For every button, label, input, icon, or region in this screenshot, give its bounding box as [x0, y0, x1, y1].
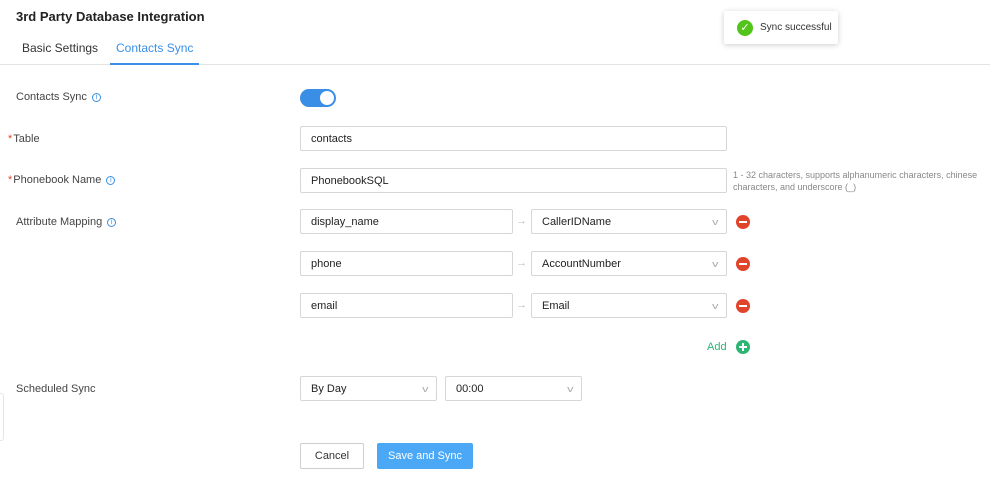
save-and-sync-button[interactable]: Save and Sync [377, 443, 473, 469]
remove-mapping-button[interactable] [736, 215, 750, 229]
scheduled-sync-label: Scheduled Sync [16, 383, 96, 395]
mapping-target-select[interactable]: Email v [531, 293, 727, 318]
contacts-sync-toggle[interactable] [300, 89, 336, 107]
mapping-source-input[interactable]: phone [300, 251, 513, 276]
page-title: 3rd Party Database Integration [16, 9, 205, 24]
table-label: Table [13, 133, 40, 145]
info-icon[interactable]: i [107, 217, 117, 227]
contacts-sync-label: Contacts Sync [16, 91, 87, 103]
remove-mapping-button[interactable] [736, 299, 750, 313]
attribute-mapping-label-row: Attribute Mapping i [16, 216, 117, 228]
remove-mapping-button[interactable] [736, 257, 750, 271]
contacts-sync-label-row: Contacts Sync i [16, 91, 101, 103]
page: 3rd Party Database Integration Basic Set… [0, 0, 990, 488]
table-label-row: * Table [8, 133, 40, 145]
mapping-source-value: phone [311, 257, 342, 270]
mapping-arrow-icon: → [516, 299, 527, 311]
mapping-target-value: Email [542, 299, 570, 312]
chevron-down-icon: v [566, 384, 573, 394]
chevron-down-icon: v [711, 259, 718, 269]
phonebook-name-value: PhonebookSQL [311, 174, 389, 187]
add-mapping-link[interactable]: Add [707, 341, 727, 353]
mapping-target-select[interactable]: AccountNumber v [531, 251, 727, 276]
sync-time-value: 00:00 [456, 382, 484, 395]
table-input-value: contacts [311, 132, 352, 145]
phonebook-name-hint: 1 - 32 characters, supports alphanumeric… [733, 170, 978, 192]
mapping-source-value: display_name [311, 215, 379, 228]
toggle-knob [320, 91, 334, 105]
mapping-arrow-icon: → [516, 257, 527, 269]
mapping-target-select[interactable]: CallerIDName v [531, 209, 727, 234]
mapping-target-value: AccountNumber [542, 257, 621, 270]
cancel-button[interactable]: Cancel [300, 443, 364, 469]
side-panel-handle[interactable] [0, 393, 4, 441]
attribute-mapping-label: Attribute Mapping [16, 216, 103, 228]
sync-frequency-value: By Day [311, 382, 347, 395]
sync-frequency-select[interactable]: By Day v [300, 376, 437, 401]
mapping-target-value: CallerIDName [542, 215, 612, 228]
tab-basic-settings[interactable]: Basic Settings [22, 41, 98, 65]
phonebook-name-label: Phonebook Name [13, 174, 102, 186]
scheduled-sync-label-row: Scheduled Sync [16, 383, 96, 395]
chevron-down-icon: v [421, 384, 428, 394]
phonebook-name-input[interactable]: PhonebookSQL [300, 168, 727, 193]
chevron-down-icon: v [711, 217, 718, 227]
mapping-source-input[interactable]: email [300, 293, 513, 318]
tab-contacts-sync[interactable]: Contacts Sync [110, 41, 200, 65]
table-input[interactable]: contacts [300, 126, 727, 151]
info-icon[interactable]: i [91, 92, 101, 102]
required-asterisk: * [8, 133, 13, 145]
tab-bar: Basic Settings Contacts Sync [0, 32, 990, 65]
required-asterisk: * [8, 174, 13, 186]
phonebook-name-label-row: * Phonebook Name i [8, 174, 116, 186]
mapping-source-value: email [311, 299, 338, 312]
mapping-source-input[interactable]: display_name [300, 209, 513, 234]
info-icon[interactable]: i [106, 175, 116, 185]
sync-toast: ✓ Sync successful [724, 11, 838, 44]
check-circle-icon: ✓ [737, 19, 753, 36]
sync-time-select[interactable]: 00:00 v [445, 376, 582, 401]
toast-message: Sync successful [760, 22, 832, 33]
chevron-down-icon: v [711, 301, 718, 311]
add-mapping-button[interactable] [736, 340, 750, 354]
mapping-arrow-icon: → [516, 215, 527, 227]
